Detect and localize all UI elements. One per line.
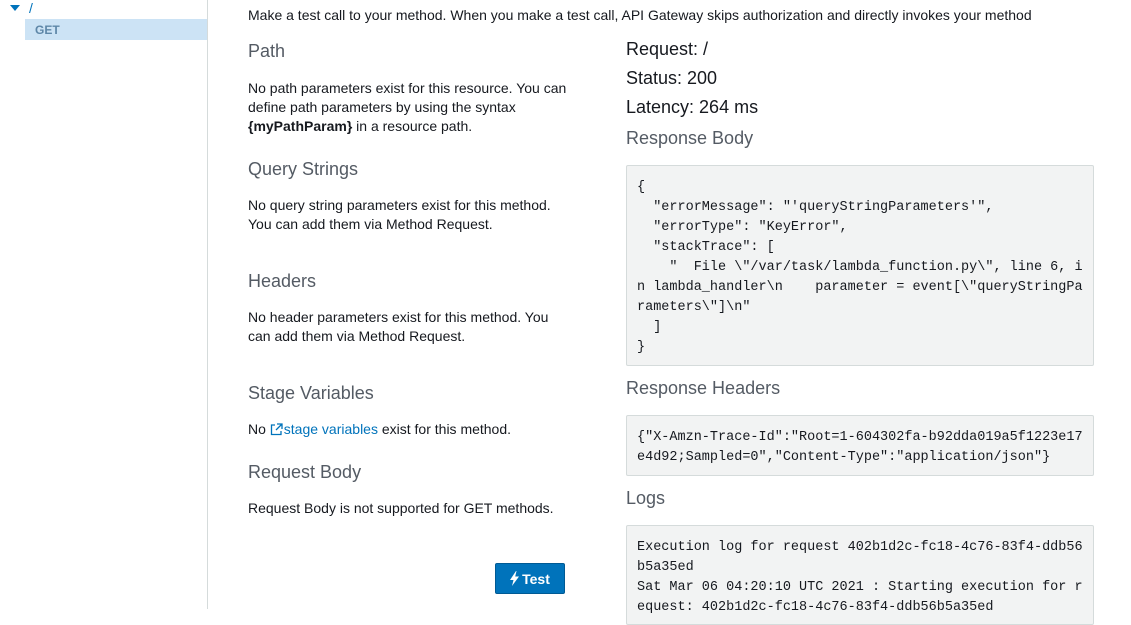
query-section-text: No query string parameters exist for thi… <box>248 197 551 232</box>
response-headers-title: Response Headers <box>626 378 781 398</box>
response-body-content[interactable]: { "errorMessage": "'queryStringParameter… <box>626 165 1094 366</box>
response-status: Status: 200 <box>626 68 718 88</box>
headers-section-title: Headers <box>248 271 317 291</box>
path-text-before: No path parameters exist for this resour… <box>248 80 567 115</box>
tree-method-get[interactable]: GET <box>25 19 207 40</box>
response-headers-content[interactable]: {"X-Amzn-Trace-Id":"Root=1-604302fa-b92d… <box>626 415 1094 476</box>
logs-content[interactable]: Execution log for request 402b1d2c-fc18-… <box>626 525 1094 625</box>
external-link-icon <box>270 423 283 436</box>
test-button[interactable]: Test <box>495 563 565 594</box>
request-path: Request: / <box>626 39 709 59</box>
path-section-text: No path parameters exist for this resour… <box>248 79 568 136</box>
path-text-after: in a resource path. <box>352 118 473 134</box>
stage-text-before: No <box>248 421 270 437</box>
response-latency: Latency: 264 ms <box>626 97 759 117</box>
stage-section-title: Stage Variables <box>248 383 374 403</box>
resource-tree-sidebar: / GET <box>0 0 208 609</box>
stage-section-text: No stage variables exist for this method… <box>248 420 568 439</box>
body-section-text: Request Body is not supported for GET me… <box>248 500 554 516</box>
test-button-label[interactable]: Test <box>522 571 550 587</box>
response-body-title: Response Body <box>626 128 754 148</box>
path-section-title: Path <box>248 41 286 61</box>
path-param-syntax: {myPathParam} <box>248 118 353 134</box>
intro-text: Make a test call to your method. When yo… <box>248 7 1032 23</box>
stage-variables-link[interactable]: stage variables <box>270 421 378 437</box>
caret-down-icon[interactable] <box>10 5 20 11</box>
logs-title: Logs <box>626 488 666 508</box>
stage-text-after: exist for this method. <box>377 421 512 437</box>
headers-section-text: No header parameters exist for this meth… <box>248 309 549 344</box>
method-test-panel: Make a test call to your method. When yo… <box>208 0 1131 625</box>
query-section-title: Query Strings <box>248 159 359 179</box>
body-section-title: Request Body <box>248 462 362 482</box>
stage-variables-link-label[interactable]: stage variables <box>284 421 378 437</box>
tree-method-label[interactable]: GET <box>35 23 60 37</box>
lightning-icon <box>510 571 520 586</box>
tree-root-label[interactable]: / <box>29 1 33 15</box>
tree-root-resource[interactable]: / <box>10 0 33 16</box>
